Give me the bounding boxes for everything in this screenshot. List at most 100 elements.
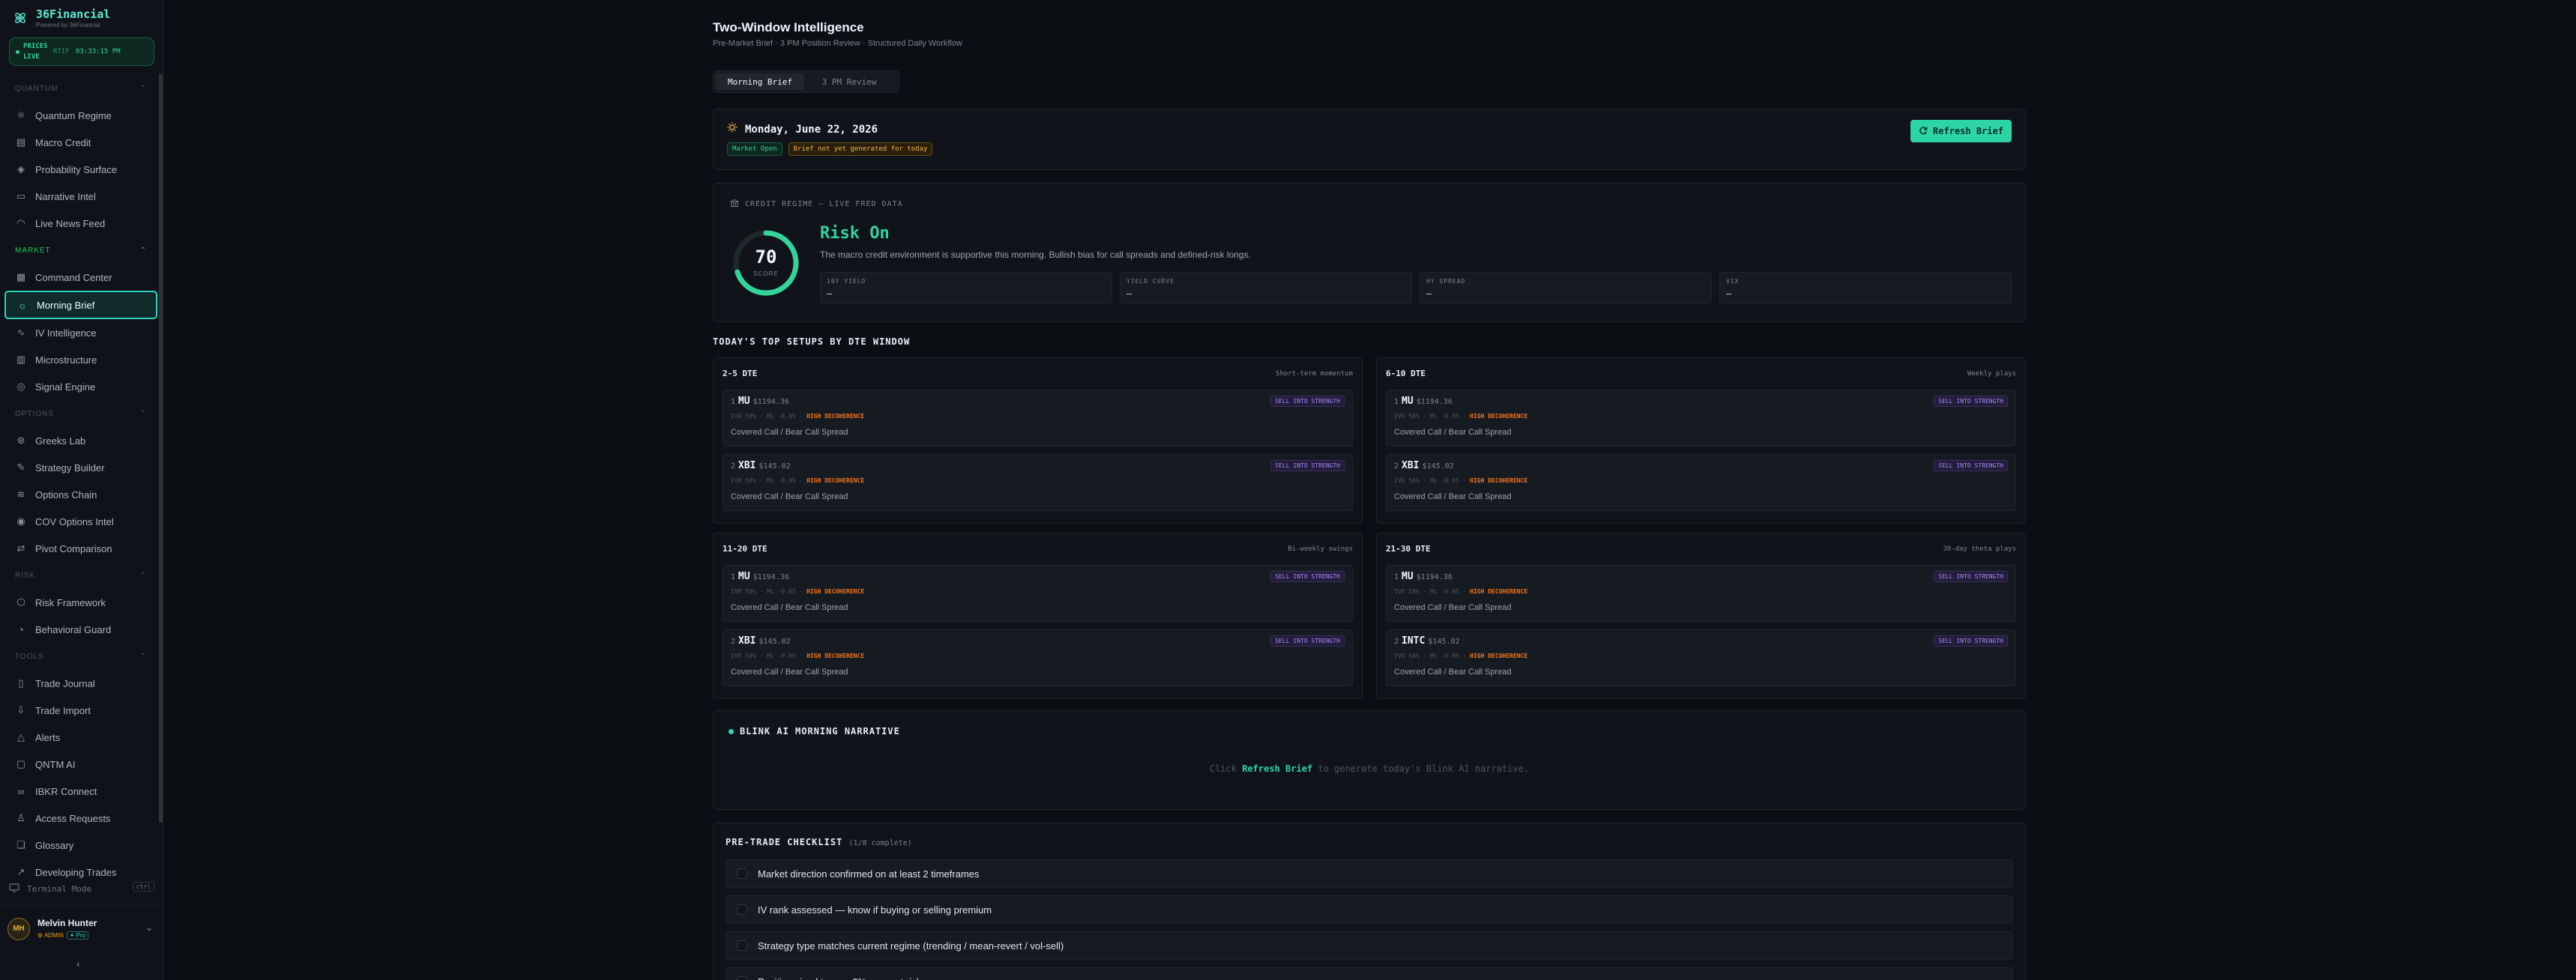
sidebar-item-command-center[interactable]: ▦ Command Center (0, 264, 163, 291)
brand-tagline: Powered by 36Financial (36, 22, 100, 28)
checkbox[interactable] (737, 976, 747, 980)
checklist-item-label: Strategy type matches current regime (tr… (758, 940, 1064, 952)
sidebar-item-narrative-intel[interactable]: ▭ Narrative Intel (0, 183, 163, 210)
nav-section-options[interactable]: OPTIONS ⌃ (0, 400, 163, 427)
setup-row[interactable]: 1 MU $1194.36 SELL INTO STRENGTH IVR 50% · M… (1386, 390, 2016, 447)
sidebar-item-label: Strategy Builder (35, 462, 105, 474)
sidebar-item-cov-options-intel[interactable]: ◉ COV Options Intel (0, 508, 163, 535)
checklist-item[interactable]: Position sized to max 2% account risk (726, 967, 2013, 980)
setup-strategy: Covered Call / Bear Call Spread (1394, 428, 1512, 437)
sidebar-item-trade-import[interactable]: ⇩ Trade Import (0, 697, 163, 724)
setup-row[interactable]: 2 XBI $145.02 SELL INTO STRENGTH IVR 50% · M… (723, 629, 1353, 686)
signal-badge: SELL INTO STRENGTH (1934, 396, 2008, 407)
regime-description: The macro credit environment is supporti… (820, 249, 1251, 260)
checkbox[interactable] (737, 940, 747, 951)
chevron-down-icon[interactable]: ⌄ (145, 922, 153, 933)
terminal-mode-toggle[interactable]: Terminal Mode ctrl (9, 879, 154, 898)
sidebar-item-glossary[interactable]: ❏ Glossary (0, 832, 163, 859)
signal-badge: SELL INTO STRENGTH (1270, 460, 1345, 471)
sidebar-item-quantum-regime[interactable]: ⚛ Quantum Regime (0, 102, 163, 129)
decoherence-flag: HIGH DECOHERENCE (806, 413, 865, 420)
nav-section-risk[interactable]: RISK ⌃ (0, 562, 163, 589)
sidebar-item-signal-engine[interactable]: ◎ Signal Engine (0, 373, 163, 400)
setup-row[interactable]: 1 MU $1194.36 SELL INTO STRENGTH IVR 50% · M… (723, 565, 1353, 622)
sidebar-item-strategy-builder[interactable]: ✎ Strategy Builder (0, 454, 163, 481)
sidebar-item-macro-credit[interactable]: ▤ Macro Credit (0, 129, 163, 156)
sidebar-item-behavioral-guard[interactable]: ◔ Behavioral Guard (0, 616, 163, 643)
setup-ticker: MU (738, 571, 750, 582)
refresh-brief-link[interactable]: Refresh Brief (1242, 763, 1312, 774)
user-name: Melvin Hunter (37, 918, 97, 928)
risk-framework-icon: ⬡ (16, 596, 25, 608)
metric-label: YIELD CURVE (1126, 278, 1174, 285)
sidebar-scrollbar[interactable] (159, 73, 163, 823)
sidebar-item-pivot-comparison[interactable]: ⇄ Pivot Comparison (0, 535, 163, 562)
sidebar-item-label: Narrative Intel (35, 190, 96, 202)
collapse-sidebar-icon[interactable]: ‹ (76, 958, 80, 970)
sidebar-item-morning-brief[interactable]: ☼ Morning Brief (4, 291, 157, 319)
morning-brief-icon: ☼ (18, 299, 27, 311)
setup-strategy: Covered Call / Bear Call Spread (731, 492, 848, 501)
setup-metrics: IVR 50% · ML -0.05 · (1394, 653, 1467, 659)
dte-window-card: 11-20 DTE Bi-weekly swings 1 MU $1194.36 SELL… (713, 533, 1363, 699)
dte-window-note: Short-term momentum (1276, 369, 1353, 378)
nav-section-quantum[interactable]: QUANTUM ⌃ (0, 75, 163, 102)
sidebar-item-probability-surface[interactable]: ◈ Probability Surface (0, 156, 163, 183)
nav-section-market[interactable]: MARKET ⌃ (0, 237, 163, 264)
setup-rank: 1 (1394, 573, 1399, 581)
chevron-up-icon: ⌃ (139, 84, 147, 93)
sidebar-item-ibkr-connect[interactable]: ∞ IBKR Connect (0, 778, 163, 805)
live-source: RTIF (53, 48, 70, 55)
sidebar-nav: QUANTUM ⌃ ⚛ Quantum Regime ▤ Macro Credit ◈ Pro… (0, 75, 163, 886)
sidebar-item-label: Developing Trades (35, 866, 117, 878)
dte-window-title: 6-10 DTE (1386, 369, 1426, 378)
decoherence-flag: HIGH DECOHERENCE (1470, 653, 1528, 659)
plan-badge-label: Pro (76, 932, 86, 939)
sidebar-item-risk-framework[interactable]: ⬡ Risk Framework (0, 589, 163, 616)
setup-ticker: MU (1402, 571, 1414, 582)
sidebar-item-label: Macro Credit (35, 136, 91, 148)
checklist-item[interactable]: IV rank assessed — know if buying or sel… (726, 895, 2013, 924)
sidebar-item-greeks-lab[interactable]: ⊛ Greeks Lab (0, 427, 163, 454)
checkbox[interactable] (737, 868, 747, 879)
setup-row[interactable]: 1 MU $1194.36 SELL INTO STRENGTH IVR 50% · M… (723, 390, 1353, 447)
metric-yield-curve: YIELD CURVE — (1120, 272, 1412, 303)
setup-row[interactable]: 2 XBI $145.02 SELL INTO STRENGTH IVR 50% · M… (1386, 454, 2016, 511)
sidebar-item-label: Greeks Lab (35, 435, 86, 447)
brand[interactable]: 36Financial Powered by 36Financial (12, 7, 110, 28)
setup-row[interactable]: 2 INTC $145.02 SELL INTO STRENGTH IVR 50% · … (1386, 629, 2016, 686)
brief-status-badge: Brief not yet generated for today (788, 142, 933, 156)
page-title: Two-Window Intelligence (713, 20, 864, 34)
dte-window-card: 6-10 DTE Weekly plays 1 MU $1194.36 SELL INTO… (1376, 357, 2026, 524)
refresh-icon (1919, 126, 1928, 137)
tab-3pm-review[interactable]: 3 PM Review (804, 73, 894, 90)
decoherence-flag: HIGH DECOHERENCE (806, 653, 865, 659)
sidebar-item-qntm-ai[interactable]: ▢ QNTM AI (0, 751, 163, 778)
iv-intelligence-icon: ∿ (16, 327, 25, 338)
setup-row[interactable]: 1 MU $1194.36 SELL INTO STRENGTH IVR 50% · M… (1386, 565, 2016, 622)
sidebar-item-microstructure[interactable]: ▥ Microstructure (0, 346, 163, 373)
nav-section-tools[interactable]: TOOLS ⌃ (0, 643, 163, 670)
credit-score-gauge: 70 SCORE (732, 229, 800, 297)
setup-price: $1194.36 (752, 398, 789, 406)
setup-strategy: Covered Call / Bear Call Spread (731, 603, 848, 612)
sidebar-item-label: Microstructure (35, 354, 97, 366)
setup-ticker: XBI (738, 635, 756, 647)
sidebar-item-trade-journal[interactable]: ▯ Trade Journal (0, 670, 163, 697)
chevron-up-icon: ⌃ (139, 652, 147, 661)
pivot-comparison-icon: ⇄ (16, 542, 25, 554)
checklist-item[interactable]: Market direction confirmed on at least 2… (726, 859, 2013, 888)
sidebar-item-live-news-feed[interactable]: ◠ Live News Feed (0, 210, 163, 237)
refresh-brief-button[interactable]: Refresh Brief (1910, 120, 2012, 142)
checkbox[interactable] (737, 904, 747, 915)
sidebar-item-label: Signal Engine (35, 381, 96, 393)
sidebar-item-alerts[interactable]: △ Alerts (0, 724, 163, 751)
sidebar-item-options-chain[interactable]: ≋ Options Chain (0, 481, 163, 508)
metric-hy-spread: HY SPREAD — (1420, 272, 1712, 303)
user-menu[interactable]: MH Melvin Hunter ⚙ ADMIN ✦ Pro ⌄ (0, 905, 163, 952)
checklist-item[interactable]: Strategy type matches current regime (tr… (726, 931, 2013, 960)
sidebar-item-access-requests[interactable]: ♙ Access Requests (0, 805, 163, 832)
tab-morning-brief[interactable]: Morning Brief (716, 73, 804, 90)
sidebar-item-iv-intelligence[interactable]: ∿ IV Intelligence (0, 319, 163, 346)
setup-row[interactable]: 2 XBI $145.02 SELL INTO STRENGTH IVR 50% · M… (723, 454, 1353, 511)
